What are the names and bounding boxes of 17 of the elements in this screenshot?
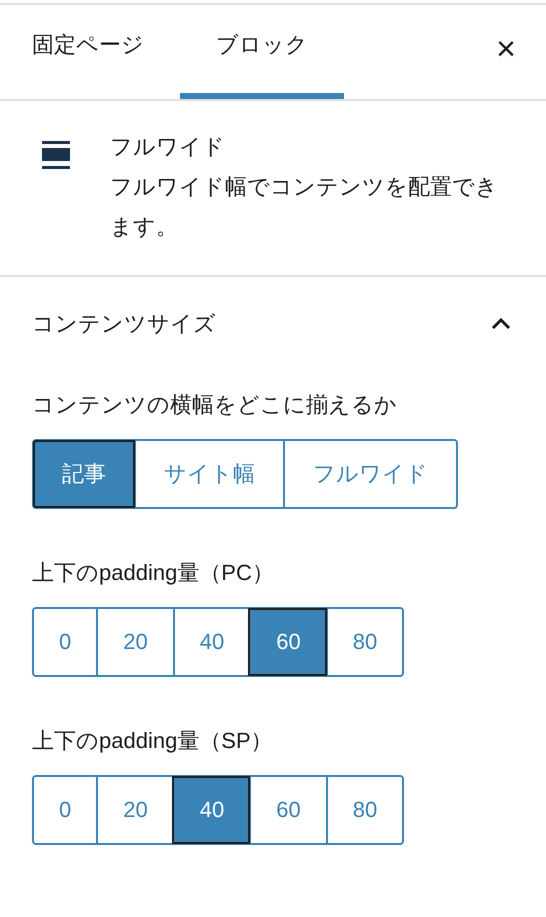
option-button[interactable]: 60 [249,609,326,675]
option-label: 上下のpadding量（SP） [32,727,274,755]
option-button[interactable]: 40 [172,777,250,843]
chevron-up-icon[interactable] [490,317,512,331]
option-button[interactable]: 記事 [34,441,134,507]
option-button[interactable]: 80 [326,609,402,675]
block-description: フルワイド幅でコンテンツを配置できます。 [110,173,499,241]
option-button[interactable]: 80 [326,777,402,843]
panel-tab[interactable]: ブロック [180,5,344,99]
block-title: フルワイド [110,133,226,161]
option-label: 上下のpadding量（PC） [32,559,275,587]
option-label: コンテンツの横幅をどこに揃えるか [32,391,398,419]
section-title: コンテンツサイズ [32,310,216,338]
full-width-block-icon [42,141,70,169]
panel-tab[interactable]: 固定ページ [12,5,164,99]
option-button[interactable]: フルワイド [283,441,456,507]
close-button[interactable]: × [492,30,520,68]
